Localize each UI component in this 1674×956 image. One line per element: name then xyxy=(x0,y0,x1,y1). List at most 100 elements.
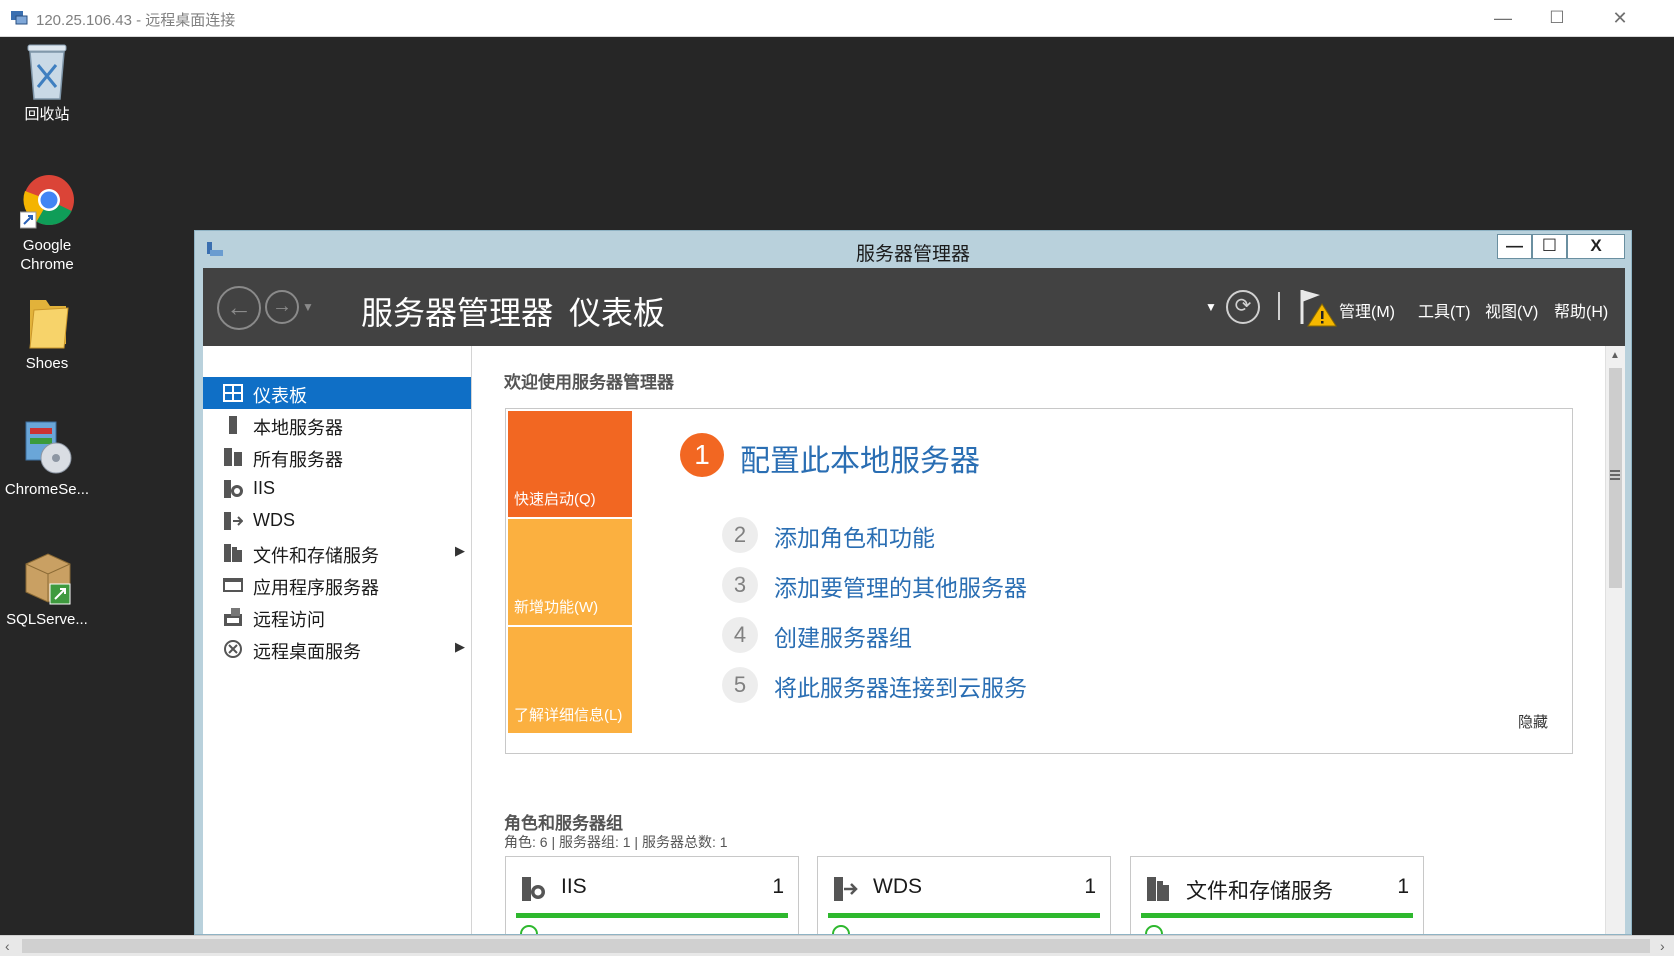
tile-whats-new[interactable]: 新增功能(W) xyxy=(508,519,632,625)
tile-label: 新增功能(W) xyxy=(514,599,599,616)
role-status-bar xyxy=(1141,913,1413,918)
expand-chevron-icon[interactable]: ▶ xyxy=(455,543,465,559)
status-ok-icon xyxy=(832,925,850,934)
all-servers-icon xyxy=(224,448,242,466)
remote-desktop-icon xyxy=(11,11,28,25)
role-card-name: IIS xyxy=(561,875,587,898)
file-storage-icon xyxy=(224,544,242,562)
file-storage-icon xyxy=(1147,877,1169,901)
step-3-add-servers-link[interactable]: 添加要管理的其他服务器 xyxy=(774,569,1027,603)
package-shortcut-icon xyxy=(25,553,71,605)
role-card-wds[interactable]: WDS 1 xyxy=(817,856,1111,934)
step-5-connect-cloud-link[interactable]: 将此服务器连接到云服务 xyxy=(774,669,1027,703)
breadcrumb-separator-icon: ‣ xyxy=(543,296,555,318)
role-card-name: 文件和存储服务 xyxy=(1186,880,1333,903)
history-dropdown-icon[interactable]: ▼ xyxy=(302,300,314,314)
desktop-icon-chromesetup[interactable]: ChromeSe... xyxy=(4,418,90,499)
nav-item-label: 远程桌面服务 xyxy=(253,642,361,662)
rdp-minimize-button[interactable]: — xyxy=(1483,6,1523,30)
nav-item-dashboard[interactable]: 仪表板 xyxy=(203,377,471,409)
nav-item-wds[interactable]: WDS xyxy=(203,505,471,537)
nav-item-label: 文件和存储服务 xyxy=(253,546,379,566)
menu-manage[interactable]: 管理(M) xyxy=(1339,298,1395,322)
server-manager-title-bar: 服务器管理器 — ☐ X xyxy=(195,231,1631,267)
status-ok-icon xyxy=(520,925,538,934)
rdp-close-button[interactable]: ✕ xyxy=(1600,6,1640,30)
nav-item-label: 应用程序服务器 xyxy=(253,578,379,598)
status-ok-icon xyxy=(1145,925,1163,934)
step-4-create-server-group-link[interactable]: 创建服务器组 xyxy=(774,619,912,653)
scroll-up-arrow-icon[interactable]: ▲ xyxy=(1610,350,1620,361)
header-dropdown-icon[interactable]: ▼ xyxy=(1205,300,1217,314)
nav-item-remote-access[interactable]: 远程访问 xyxy=(203,601,471,633)
scrollbar-thumb[interactable] xyxy=(1609,368,1622,588)
nav-item-local-server[interactable]: 本地服务器 xyxy=(203,409,471,441)
role-status-bar xyxy=(828,913,1100,918)
window-maximize-button[interactable]: ☐ xyxy=(1532,234,1567,259)
role-status-bar xyxy=(516,913,788,918)
role-card-count: 1 xyxy=(772,875,784,898)
rdp-maximize-button[interactable]: ☐ xyxy=(1537,6,1577,30)
desktop-icon-label: Shoes xyxy=(25,355,69,372)
installer-disc-icon xyxy=(25,421,72,474)
menu-help[interactable]: 帮助(H) xyxy=(1554,298,1608,322)
menu-view[interactable]: 视图(V) xyxy=(1485,298,1538,322)
local-server-icon xyxy=(229,416,237,434)
menu-tools[interactable]: 工具(T) xyxy=(1418,298,1470,322)
rdp-horizontal-scrollbar[interactable]: ‹ › xyxy=(0,935,1674,956)
desktop-icon-chrome[interactable]: Google Chrome xyxy=(4,174,90,274)
notifications-flag-icon[interactable] xyxy=(1296,286,1338,328)
window-close-button[interactable]: X xyxy=(1567,234,1625,259)
tile-learn-more[interactable]: 了解详细信息(L) xyxy=(508,627,632,733)
scroll-left-arrow-icon[interactable]: ‹ xyxy=(5,938,10,954)
tile-quick-start[interactable]: 快速启动(Q) xyxy=(508,411,632,517)
forward-arrow-icon[interactable]: → xyxy=(265,290,299,324)
scrollbar-thumb[interactable] xyxy=(22,939,1650,953)
step-2-add-roles-link[interactable]: 添加角色和功能 xyxy=(774,519,935,553)
role-card-file-storage[interactable]: 文件和存储服务 1 xyxy=(1130,856,1424,934)
tile-label: 快速启动(Q) xyxy=(514,491,596,508)
desktop-icon-sqlserver[interactable]: SQLServe... xyxy=(4,548,90,629)
breadcrumb-current: 仪表板 xyxy=(569,295,666,331)
role-card-count: 1 xyxy=(1084,875,1096,898)
server-manager-window: 服务器管理器 — ☐ X ← → ▼ 服务器管理器 ‣ 仪表板 ▼ ⟳ 管理(M… xyxy=(194,230,1632,935)
dashboard-content: 欢迎使用服务器管理器 快速启动(Q) 新增功能(W) 了解详细信息(L) 1 配… xyxy=(472,346,1605,934)
role-card-count: 1 xyxy=(1397,875,1409,898)
back-arrow-icon[interactable]: ← xyxy=(217,286,261,330)
nav-item-label: WDS xyxy=(253,510,295,530)
nav-item-all-servers[interactable]: 所有服务器 xyxy=(203,441,471,473)
nav-item-label: 远程访问 xyxy=(253,610,325,630)
desktop-icon-label: SQLServe... xyxy=(6,611,88,628)
nav-item-iis[interactable]: IIS xyxy=(203,473,471,505)
breadcrumb-root[interactable]: 服务器管理器 xyxy=(361,288,553,334)
remote-desktop-icon xyxy=(224,640,242,658)
server-manager-window-title: 服务器管理器 xyxy=(855,244,970,265)
server-manager-body: 仪表板 本地服务器 所有服务器 IIS WDS 文件和存储服务 ▶ 应用程序服务… xyxy=(203,346,1625,934)
dashboard-icon xyxy=(223,384,243,402)
header-divider xyxy=(1278,292,1280,320)
hide-quick-start-link[interactable]: 隐藏 xyxy=(1518,711,1548,732)
nav-item-app-server[interactable]: 应用程序服务器 xyxy=(203,569,471,601)
window-minimize-button[interactable]: — xyxy=(1497,234,1532,259)
scroll-right-arrow-icon[interactable]: › xyxy=(1660,938,1665,954)
step-1-configure-local-server-link[interactable]: 配置此本地服务器 xyxy=(740,436,980,480)
desktop-icon-label-line1: Google xyxy=(22,237,72,254)
desktop-icon-label-line2: Chrome xyxy=(20,256,74,273)
content-vertical-scrollbar[interactable]: ▲ xyxy=(1605,346,1625,934)
expand-chevron-icon[interactable]: ▶ xyxy=(455,639,465,655)
roles-summary: 角色: 6 | 服务器组: 1 | 服务器总数: 1 xyxy=(504,834,728,850)
nav-item-label: IIS xyxy=(253,478,276,498)
nav-item-remote-desktop[interactable]: 远程桌面服务 ▶ xyxy=(203,633,471,665)
nav-item-label: 仪表板 xyxy=(253,386,307,406)
remote-access-icon xyxy=(224,608,242,626)
scrollbar-grip-icon xyxy=(1610,470,1620,472)
desktop-icon-recycle-bin[interactable]: 回收站 xyxy=(4,43,90,124)
nav-item-file-storage[interactable]: 文件和存储服务 ▶ xyxy=(203,537,471,569)
navigation-pane: 仪表板 本地服务器 所有服务器 IIS WDS 文件和存储服务 ▶ 应用程序服务… xyxy=(203,346,472,934)
wds-icon xyxy=(224,512,243,530)
desktop-icon-shoes-folder[interactable]: Shoes xyxy=(4,292,90,373)
role-card-iis[interactable]: IIS 1 xyxy=(505,856,799,934)
recycle-bin-icon xyxy=(27,44,67,100)
rdp-title-bar: 120.25.106.43 - 远程桌面连接 — ☐ ✕ xyxy=(0,0,1674,37)
refresh-icon[interactable]: ⟳ xyxy=(1226,290,1260,324)
